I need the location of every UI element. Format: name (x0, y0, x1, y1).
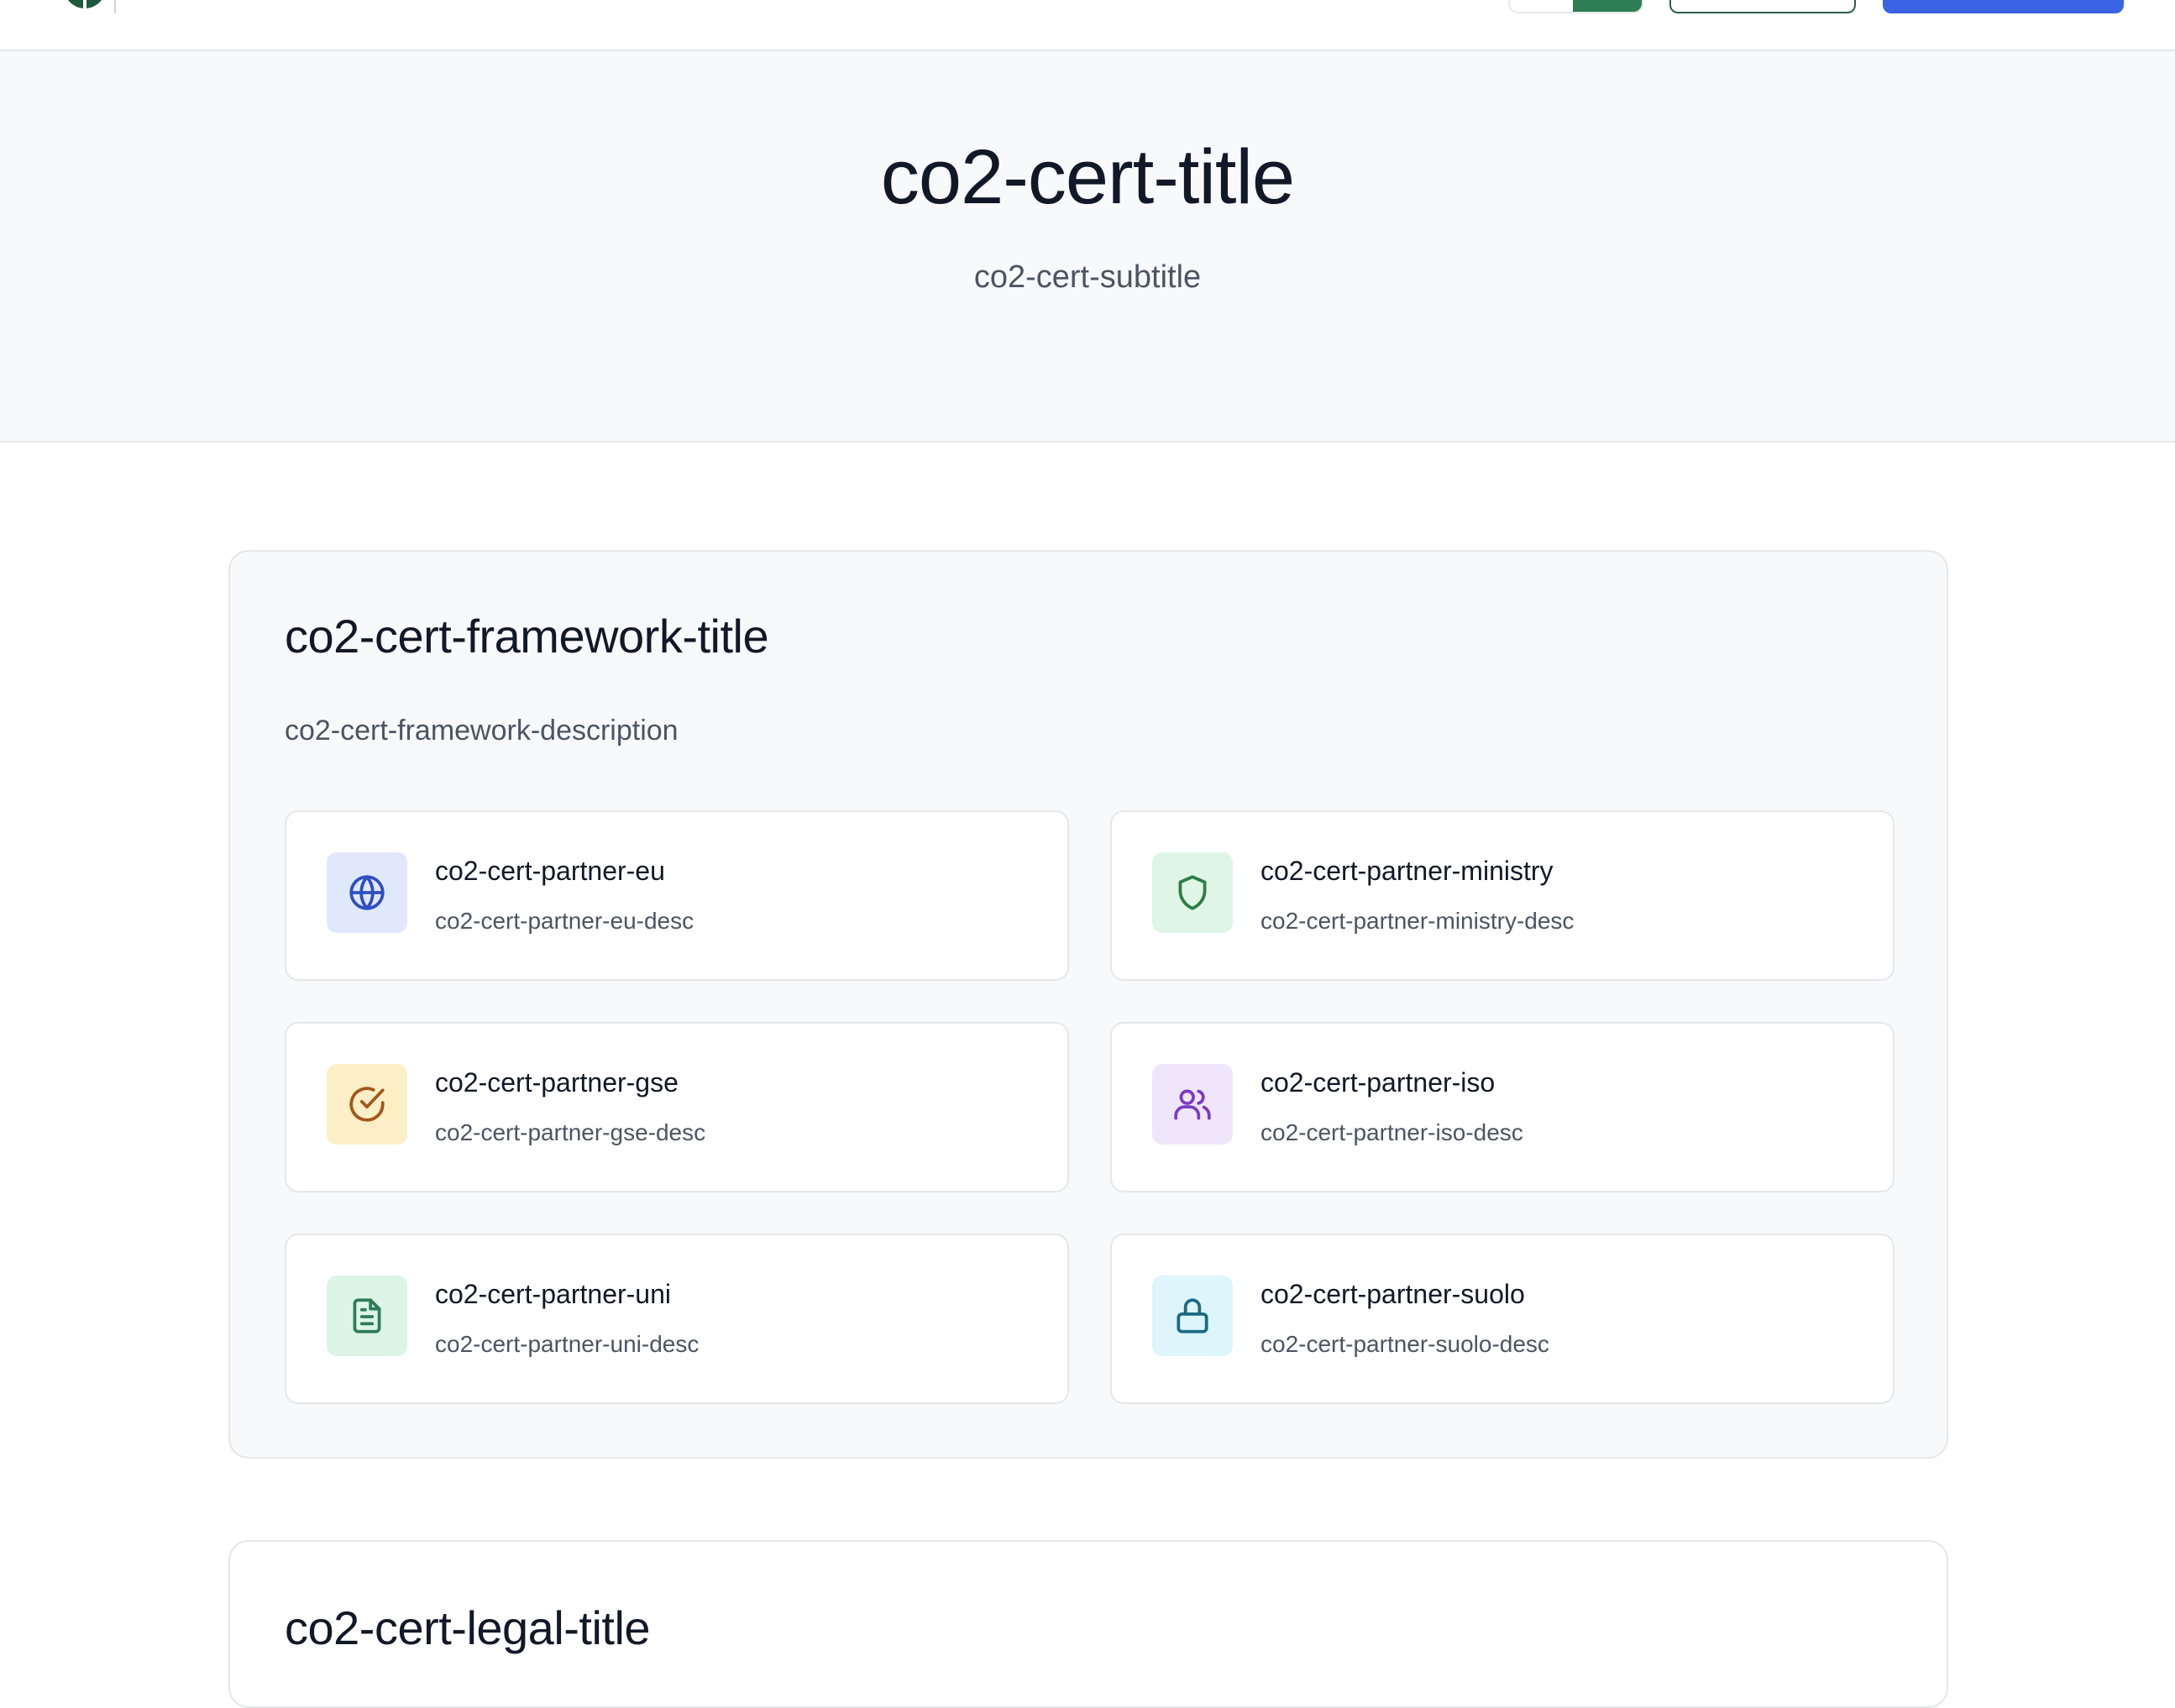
language-option-inactive[interactable] (1510, 0, 1573, 12)
partner-title: co2-cert-partner-gse (435, 1067, 679, 1098)
page-subtitle: co2-cert-subtitle (973, 259, 1202, 295)
language-option-active[interactable] (1573, 0, 1642, 12)
partner-card-eu: co2-cert-partner-eu co2-cert-partner-eu-… (285, 810, 1069, 981)
partner-icon-box (1152, 852, 1233, 933)
language-toggle (1508, 0, 1643, 13)
legal-title: co2-cert-legal-title (285, 1601, 651, 1654)
nav-primary-button[interactable] (1883, 0, 2124, 13)
partner-card-iso: co2-cert-partner-iso co2-cert-partner-is… (1110, 1022, 1895, 1192)
partner-title: co2-cert-partner-iso (1260, 1067, 1496, 1098)
partner-description: co2-cert-partner-eu-desc (435, 908, 694, 934)
framework-description: co2-cert-framework-description (285, 715, 679, 747)
partner-description: co2-cert-partner-gse-desc (435, 1119, 706, 1145)
users-icon (1174, 1089, 1211, 1120)
hero-section: co2-cert-title co2-cert-subtitle (0, 51, 2175, 443)
partner-description: co2-cert-partner-suolo-desc (1260, 1331, 1549, 1357)
partner-card-suolo: co2-cert-partner-suolo co2-cert-partner-… (1110, 1234, 1895, 1404)
partner-title: co2-cert-partner-uni (435, 1279, 671, 1309)
partner-title: co2-cert-partner-suolo (1260, 1279, 1525, 1309)
nav-secondary-button[interactable] (1669, 0, 1856, 13)
partner-description: co2-cert-partner-iso-desc (1260, 1119, 1523, 1145)
partner-icon-box (327, 1276, 407, 1356)
partner-title: co2-cert-partner-ministry (1260, 856, 1554, 886)
page-title: co2-cert-title (880, 134, 1295, 220)
check-circle-icon (349, 1087, 385, 1122)
partner-card-gse: co2-cert-partner-gse co2-cert-partner-gs… (285, 1022, 1069, 1192)
top-navbar (0, 0, 2175, 51)
logo-divider (114, 0, 116, 13)
framework-section: co2-cert-framework-title co2-cert-framew… (228, 550, 1948, 1459)
legal-section: co2-cert-legal-title (228, 1540, 1948, 1708)
partner-title: co2-cert-partner-eu (435, 856, 665, 886)
partner-icon-box (1152, 1064, 1233, 1145)
partner-description: co2-cert-partner-ministry-desc (1260, 908, 1575, 934)
partner-description: co2-cert-partner-uni-desc (435, 1331, 700, 1357)
partner-icon-box (1152, 1276, 1233, 1356)
logo-icon[interactable] (64, 0, 106, 8)
globe-icon (349, 875, 385, 910)
partner-card-ministry: co2-cert-partner-ministry co2-cert-partn… (1110, 810, 1895, 981)
partner-icon-box (327, 1064, 407, 1145)
framework-title: co2-cert-framework-title (285, 610, 769, 663)
document-icon (353, 1298, 381, 1333)
lock-icon (1177, 1298, 1208, 1333)
partner-icon-box (327, 852, 407, 933)
partner-card-uni: co2-cert-partner-uni co2-cert-partner-un… (285, 1234, 1069, 1404)
shield-icon (1178, 875, 1207, 910)
